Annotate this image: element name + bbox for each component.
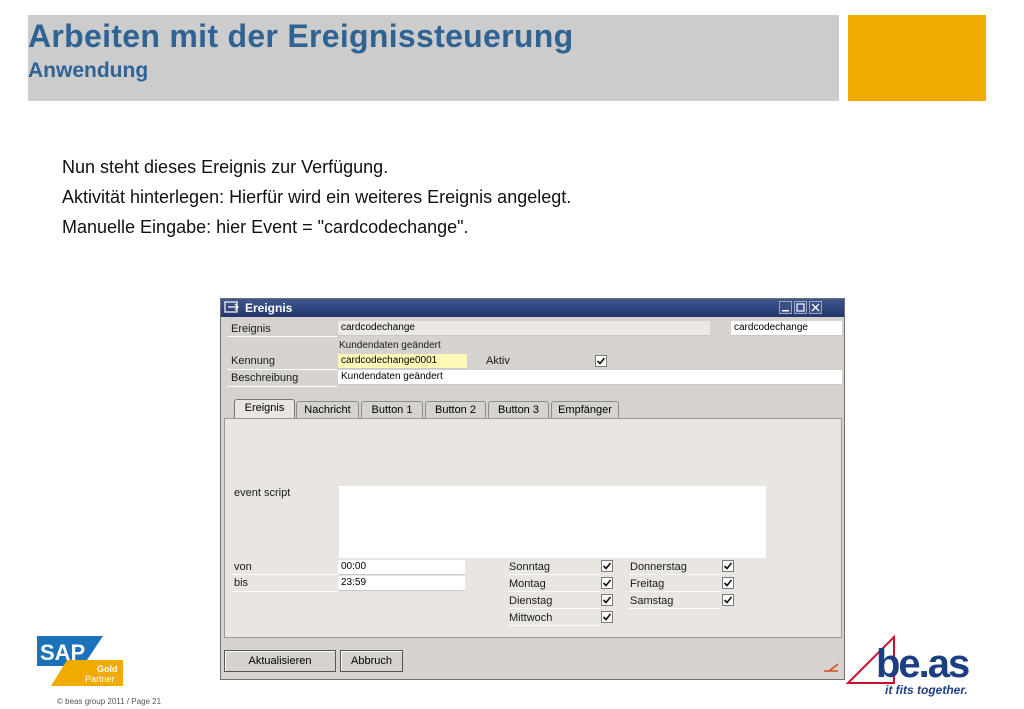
kennung-label: Kennung	[231, 355, 276, 367]
day-label-dienstag: Dienstag	[509, 595, 553, 607]
check-icon	[602, 596, 612, 604]
check-icon	[602, 613, 612, 621]
tab-ereignis[interactable]: Ereignis	[234, 399, 295, 419]
minimize-icon	[782, 310, 789, 312]
day-label-mittwoch: Mittwoch	[509, 612, 553, 624]
tab-nachricht[interactable]: Nachricht	[296, 401, 359, 419]
check-icon	[723, 579, 733, 587]
ereignis-window: Ereignis Ereignis cardcodechange cardcod…	[220, 298, 845, 680]
beschreibung-label: Beschreibung	[231, 372, 299, 384]
day-checkbox-dienstag[interactable]	[601, 594, 613, 606]
minimize-button[interactable]	[779, 301, 792, 314]
close-icon	[811, 303, 820, 312]
sap-gold-partner-logo: SAP Gold Partner	[37, 636, 123, 686]
day-label-freitag: Freitag	[630, 578, 665, 590]
aktiv-label: Aktiv	[486, 355, 510, 367]
tab-button-2[interactable]: Button 2	[425, 401, 486, 419]
check-icon	[602, 562, 612, 570]
check-icon	[723, 596, 733, 604]
day-checkbox-samstag[interactable]	[722, 594, 734, 606]
resize-corner-icon[interactable]	[823, 662, 839, 672]
ereignis-subtext: Kundendaten geändert	[339, 340, 441, 351]
day-checkbox-freitag[interactable]	[722, 577, 734, 589]
day-checkbox-sonntag[interactable]	[601, 560, 613, 572]
close-button[interactable]	[809, 301, 822, 314]
day-checkbox-mittwoch[interactable]	[601, 611, 613, 623]
day-label-samstag: Samstag	[630, 595, 674, 607]
beschreibung-field[interactable]: Kundendaten geändert	[338, 370, 842, 385]
tab-empfaenger[interactable]: Empfänger	[551, 401, 619, 419]
abbruch-button[interactable]: Abbruch	[340, 650, 403, 672]
day-label-sonntag: Sonntag	[509, 561, 550, 573]
beas-tagline: it fits together.	[885, 683, 968, 697]
day-label-donnerstag: Donnerstag	[630, 561, 687, 573]
aktiv-checkbox[interactable]	[595, 355, 607, 367]
event-script-input[interactable]	[339, 486, 766, 558]
ereignis-label: Ereignis	[231, 323, 271, 335]
sap-badge-partner: Partner	[85, 674, 115, 684]
bis-label: bis	[234, 577, 249, 589]
slide-subtitle: Anwendung	[28, 59, 149, 82]
maximize-button[interactable]	[794, 301, 807, 314]
slide-title: Arbeiten mit der Ereignissteuerung	[28, 18, 574, 54]
kennung-field[interactable]: cardcodechange0001	[338, 354, 467, 369]
check-icon	[602, 579, 612, 587]
check-icon	[723, 562, 733, 570]
ereignis-code-field[interactable]: cardcodechange	[731, 321, 842, 336]
day-label-montag: Montag	[509, 578, 546, 590]
sap-badge-gold: Gold	[97, 664, 118, 674]
bullet-item: Aktivität hinterlegen: Hierfür wird ein …	[62, 187, 572, 207]
aktualisieren-button[interactable]: Aktualisieren	[224, 650, 336, 672]
beas-logo-text: be.as	[876, 642, 969, 685]
bullet-item: Manuelle Eingabe: hier Event = "cardcode…	[62, 217, 469, 237]
window-title: Ereignis	[245, 301, 293, 315]
bis-field[interactable]: 23:59	[338, 576, 465, 591]
tab-button-3[interactable]: Button 3	[488, 401, 549, 419]
check-icon	[596, 357, 606, 365]
tab-panel-ereignis: event script von 00:00 bis 23:59 Sonntag…	[224, 418, 842, 638]
beas-logo: be.as	[846, 634, 971, 685]
bullet-item: Nun steht dieses Ereignis zur Verfügung.	[62, 157, 389, 177]
tab-button-1[interactable]: Button 1	[361, 401, 423, 419]
header-accent-block	[848, 15, 986, 101]
day-checkbox-montag[interactable]	[601, 577, 613, 589]
window-icon	[224, 301, 239, 313]
window-titlebar[interactable]: Ereignis	[221, 299, 844, 317]
von-label: von	[234, 561, 252, 573]
copyright-text: © beas group 2011 / Page 21	[57, 697, 162, 706]
event-script-label: event script	[234, 487, 291, 499]
day-checkbox-donnerstag[interactable]	[722, 560, 734, 572]
ereignis-field[interactable]: cardcodechange	[338, 321, 710, 336]
von-field[interactable]: 00:00	[338, 560, 465, 575]
maximize-icon	[796, 303, 805, 312]
bullet-list: Nun steht dieses Ereignis zur Verfügung.…	[62, 152, 571, 242]
